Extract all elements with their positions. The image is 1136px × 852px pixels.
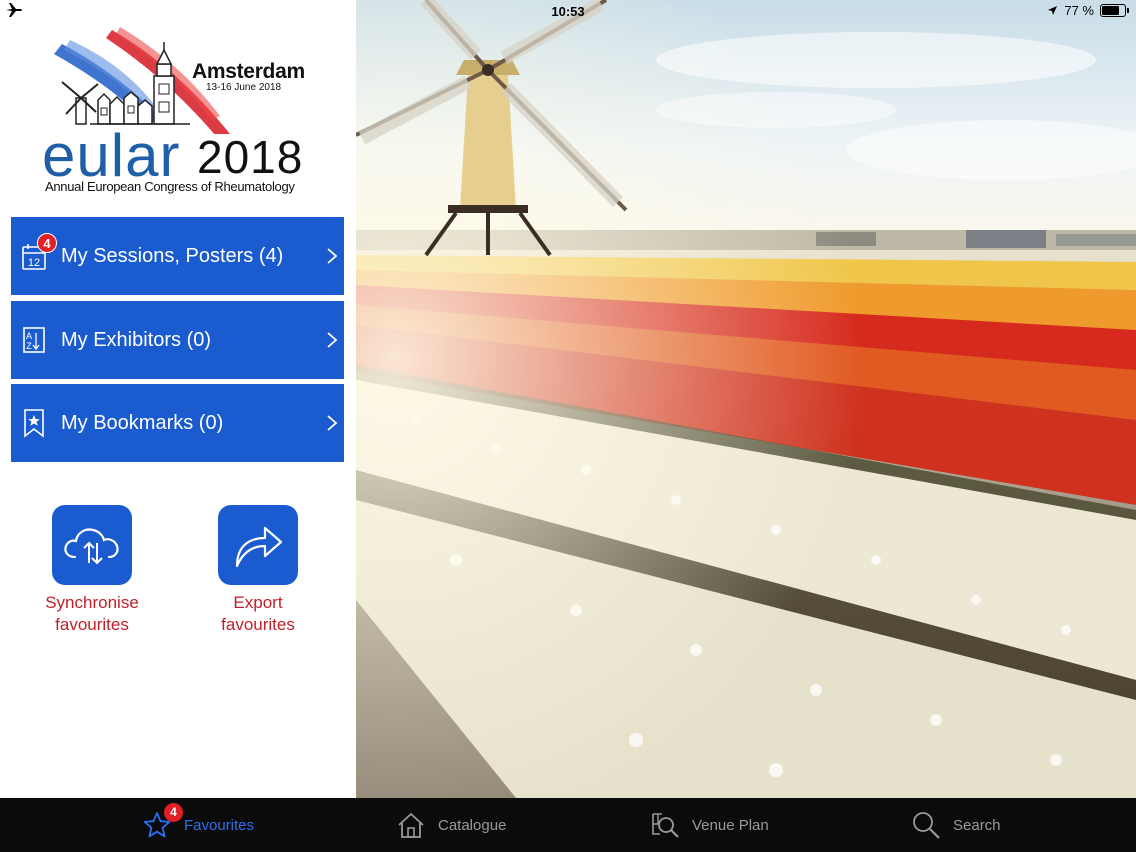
tab-search[interactable]: Search <box>911 798 1001 852</box>
battery-fill <box>1102 6 1119 15</box>
cloud-sync-icon <box>64 528 119 565</box>
svg-text:A: A <box>26 331 32 341</box>
eular-logo: Amsterdam 13-16 June 2018 eular 2018 Ann… <box>40 24 330 204</box>
battery-percent: 77 % <box>1064 3 1094 18</box>
svg-text:Z: Z <box>26 341 32 351</box>
logo-tagline: Annual European Congress of Rheumatology <box>45 179 295 194</box>
bookmark-star-icon <box>24 409 44 438</box>
tab-label: Catalogue <box>438 816 507 834</box>
status-bar: 10:53 77 % <box>0 0 1136 22</box>
location-arrow-icon <box>1048 6 1058 15</box>
synchronise-favourites-button[interactable]: Synchronise favourites <box>22 505 162 636</box>
tab-venue-plan[interactable]: Venue Plan <box>650 798 769 852</box>
favourites-badge: 4 <box>164 803 183 822</box>
menu-item-label: My Bookmarks (0) <box>61 412 224 434</box>
search-icon <box>913 812 940 839</box>
map-search-icon <box>652 813 679 838</box>
logo-brand: eular <box>42 122 181 189</box>
sessions-badge: 4 <box>37 233 57 253</box>
tab-bar: 4 Favourites Catalogue Venue Plan Search <box>0 798 1136 852</box>
az-list-icon: A Z <box>23 327 45 353</box>
logo-city: Amsterdam <box>192 60 305 83</box>
tab-label: Venue Plan <box>692 816 769 834</box>
menu-item-sessions-posters[interactable]: 12 4 My Sessions, Posters (4) <box>11 217 344 295</box>
caption-line: Export <box>233 593 283 612</box>
tulip-field-windmill-photo <box>356 0 1136 798</box>
tab-label: Favourites <box>184 816 255 834</box>
tab-label: Search <box>953 816 1001 834</box>
synchronise-caption: Synchronise favourites <box>22 592 162 636</box>
synchronise-tile[interactable] <box>52 505 132 585</box>
caption-line: favourites <box>221 615 295 634</box>
share-arrow-icon <box>235 526 283 568</box>
caption-line: Synchronise <box>45 593 139 612</box>
chevron-right-icon <box>327 415 338 431</box>
export-favourites-button[interactable]: Export favourites <box>188 505 328 636</box>
tab-catalogue[interactable]: Catalogue <box>396 798 506 852</box>
export-tile[interactable] <box>218 505 298 585</box>
home-icon <box>398 813 424 838</box>
logo-dates: 13-16 June 2018 <box>206 82 282 93</box>
menu-item-label: My Exhibitors (0) <box>61 329 212 351</box>
menu-item-exhibitors[interactable]: A Z My Exhibitors (0) <box>11 301 344 379</box>
favourites-panel: Amsterdam 13-16 June 2018 eular 2018 Ann… <box>0 0 356 798</box>
chevron-right-icon <box>327 248 338 264</box>
export-caption: Export favourites <box>188 592 328 636</box>
tab-favourites[interactable]: 4 Favourites <box>142 798 254 852</box>
battery-icon <box>1100 4 1129 17</box>
caption-line: favourites <box>55 615 129 634</box>
chevron-right-icon <box>327 332 338 348</box>
calendar-day: 12 <box>28 257 40 269</box>
status-time: 10:53 <box>551 4 585 19</box>
status-right: 77 % <box>1047 3 1129 18</box>
logo-year: 2018 <box>197 131 304 183</box>
menu-item-bookmarks[interactable]: My Bookmarks (0) <box>11 384 344 462</box>
hero-illustration <box>356 0 1136 798</box>
menu-item-label: My Sessions, Posters (4) <box>61 245 284 267</box>
